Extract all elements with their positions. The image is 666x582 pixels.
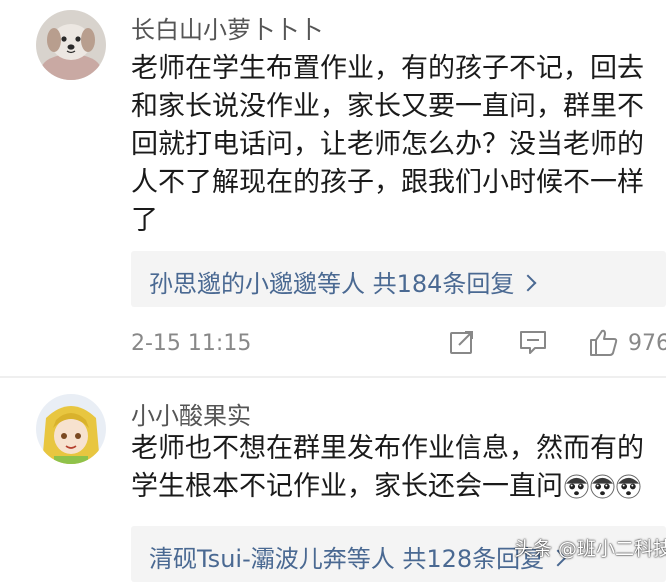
comment-text: 老师在学生布置作业，有的孩子不记，回去 和家长说没作业，家长又要一直问，群里不 … — [131, 50, 663, 240]
comment-text-segment: 学生根本不记作业，家长还会一直问 — [131, 471, 563, 502]
avatar[interactable] — [36, 394, 106, 464]
watermark: 头条 @班小二科技 — [514, 538, 666, 560]
dog-avatar-icon — [36, 10, 106, 80]
comment-text-line: 老师也不想在群里发布作业信息，然而有的 — [131, 433, 644, 464]
shocked-face-emoji-icon — [590, 474, 615, 499]
comment-timestamp: 2-15 11:15 — [131, 331, 252, 356]
username[interactable]: 长白山小萝卜卜卜 — [131, 10, 323, 45]
avatar[interactable] — [36, 10, 106, 80]
anime-girl-avatar-icon — [36, 394, 106, 464]
replies-link[interactable]: 孙思邈的小邈邈等人 共184条回复 — [131, 251, 666, 307]
share-icon[interactable] — [448, 328, 476, 356]
comment-text-line: 回就打电话问，让老师怎么办？没当老师的 — [131, 129, 644, 160]
like-count: 976 — [628, 331, 666, 356]
username[interactable]: 小小酸果实 — [131, 396, 251, 431]
replies-summary-text: 孙思邈的小邈邈等人 共184条回复 — [149, 270, 515, 298]
comment-icon[interactable] — [518, 328, 548, 356]
replies-summary: 孙思邈的小邈邈等人 共184条回复 — [149, 264, 537, 299]
comment-text: 老师也不想在群里发布作业信息，然而有的 学生根本不记作业，家长还会一直问 — [131, 430, 663, 506]
like-icon[interactable] — [588, 328, 620, 358]
shocked-face-emoji-icon — [564, 474, 589, 499]
chevron-right-icon — [519, 274, 537, 292]
comment-text-line: 学生根本不记作业，家长还会一直问 — [131, 468, 663, 506]
comment-item: 长白山小萝卜卜卜 老师在学生布置作业，有的孩子不记，回去 和家长说没作业，家长又… — [0, 0, 666, 378]
comment-text-line: 人不了解现在的孩子，跟我们小时候不一样 — [131, 167, 644, 198]
shocked-face-emoji-icon — [616, 474, 641, 499]
comment-text-line: 老师在学生布置作业，有的孩子不记，回去 — [131, 53, 644, 84]
comment-text-line: 和家长说没作业，家长又要一直问，群里不 — [131, 91, 644, 122]
comment-text-line: 了 — [131, 205, 158, 236]
